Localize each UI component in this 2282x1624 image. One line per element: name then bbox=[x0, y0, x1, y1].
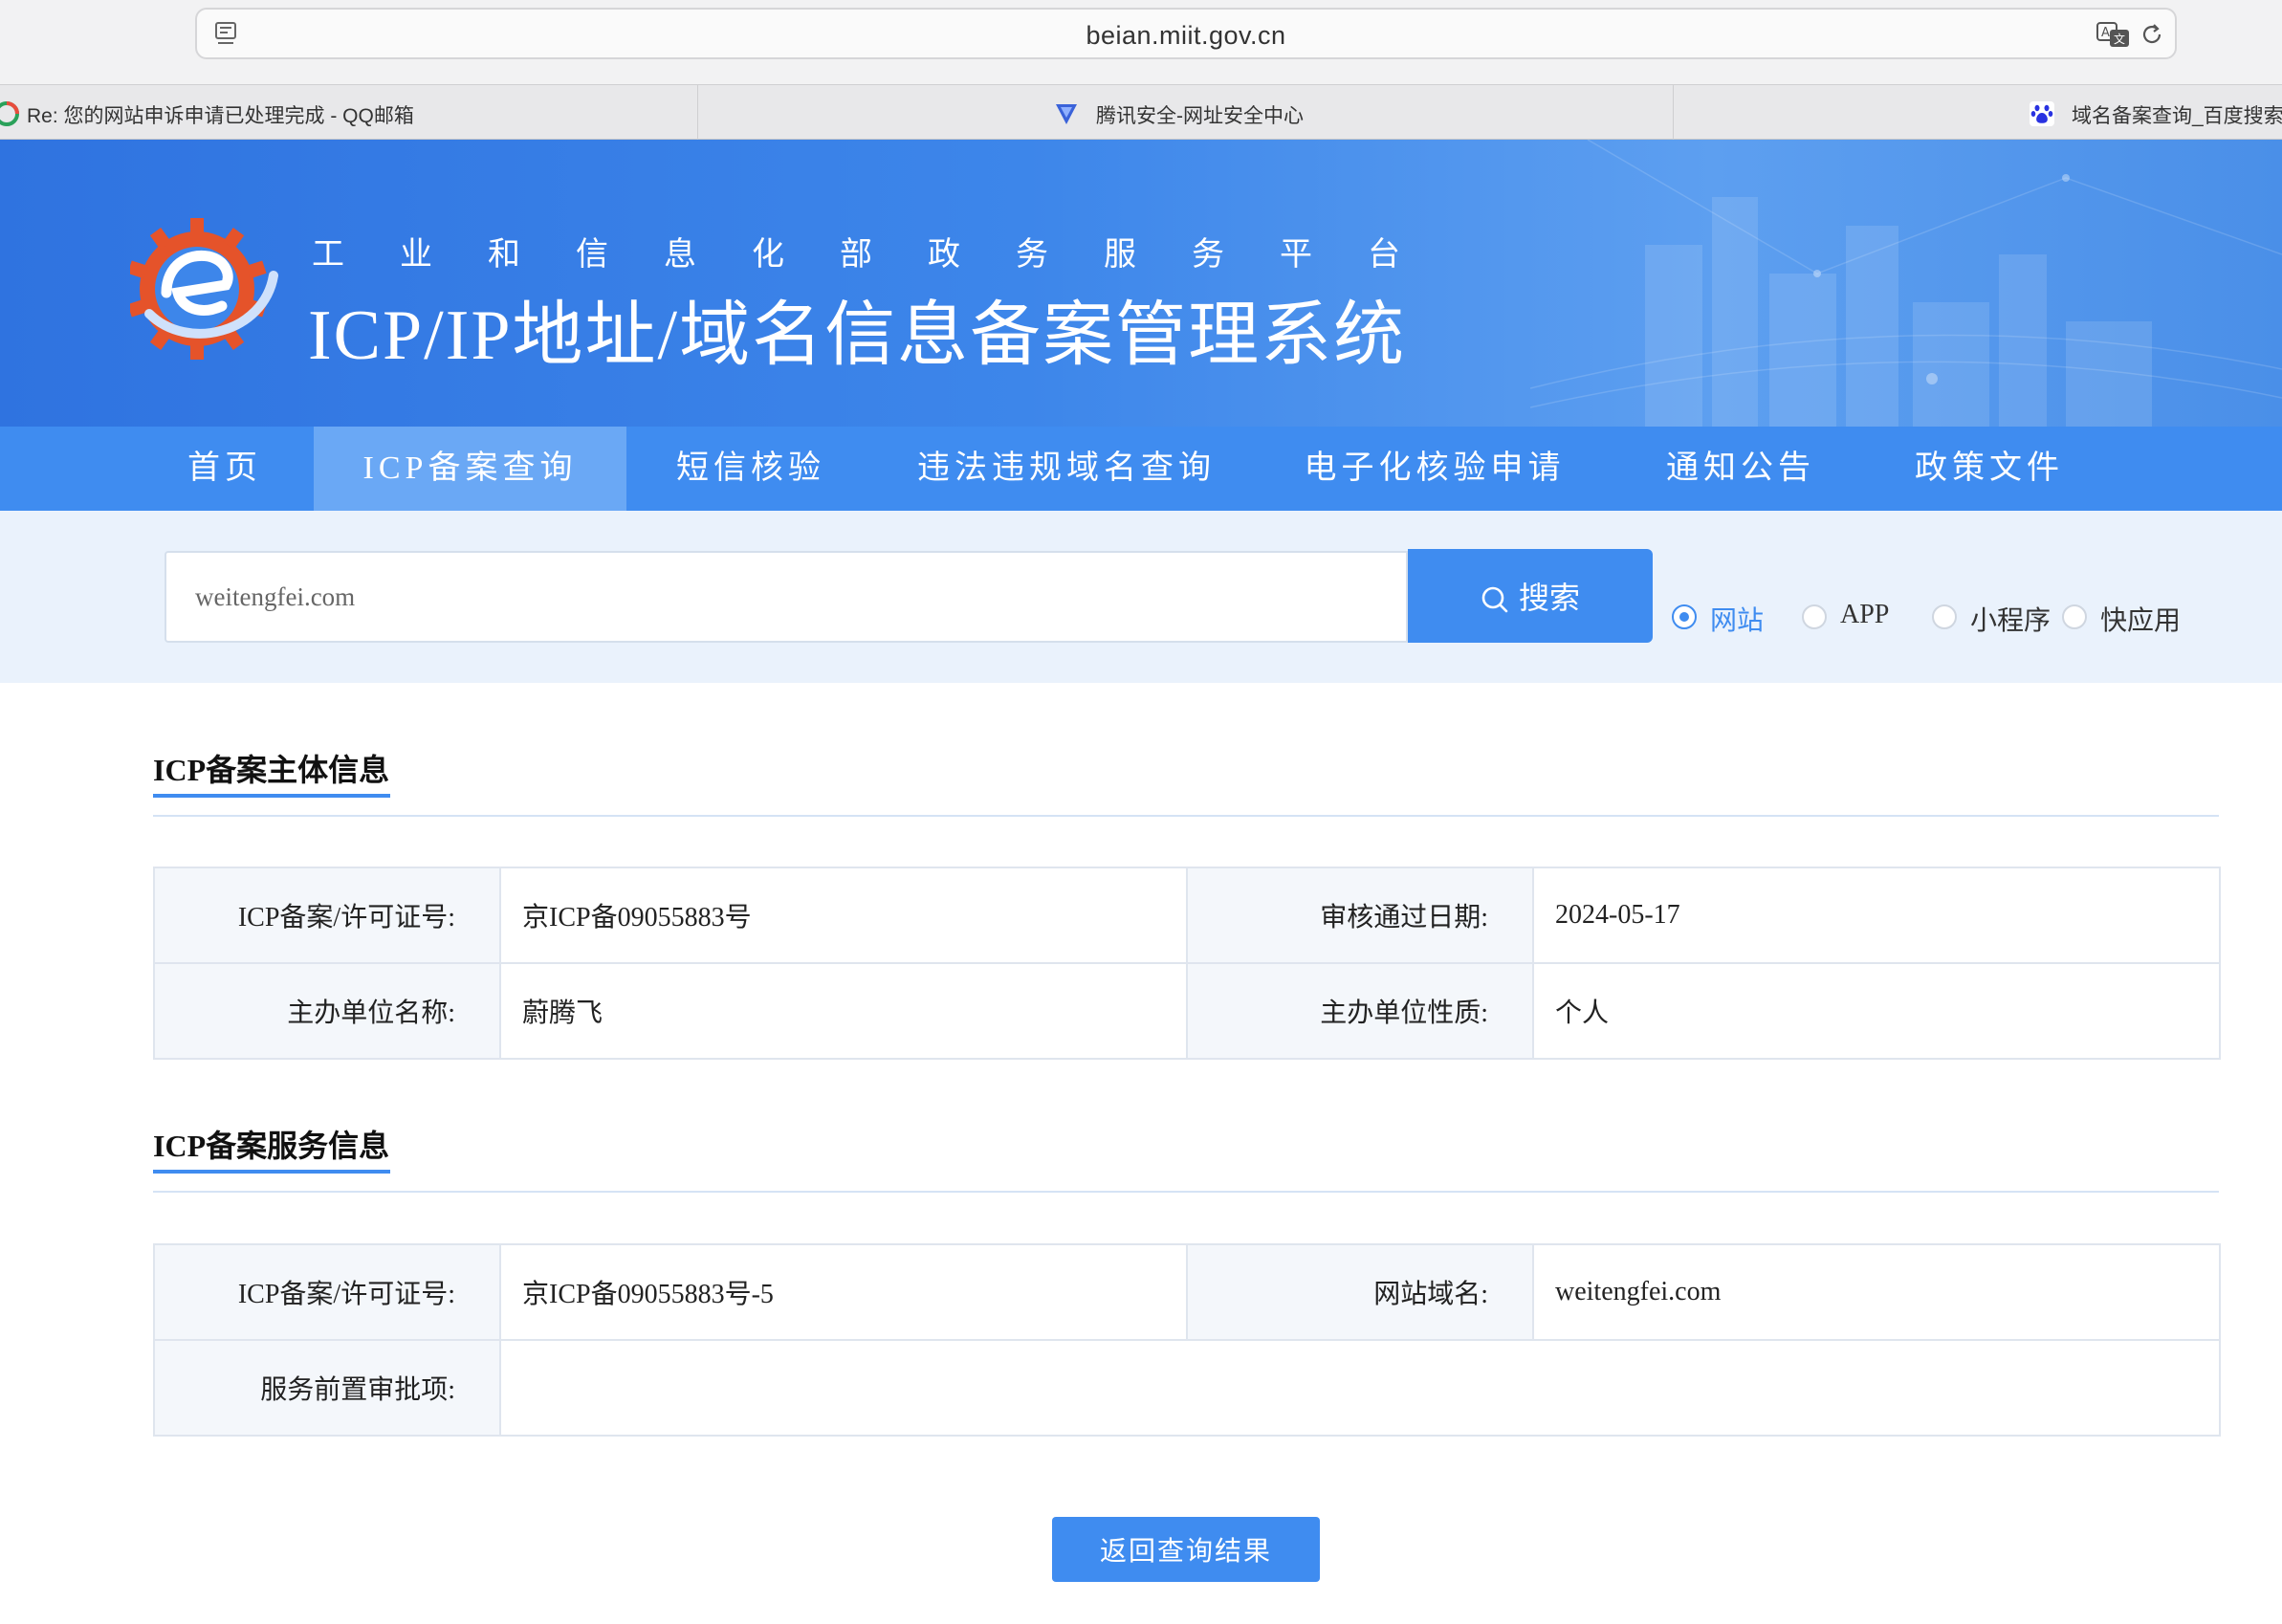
radio-circle[interactable] bbox=[1802, 604, 1827, 629]
radio-circle[interactable] bbox=[1932, 604, 1957, 629]
service-license-value: 京ICP备09055883号-5 bbox=[499, 1243, 1188, 1341]
domain-label: 网站域名: bbox=[1186, 1243, 1534, 1341]
search-button-label: 搜索 bbox=[1518, 581, 1580, 615]
license-number-value: 京ICP备09055883号 bbox=[499, 867, 1188, 964]
pre-approval-label: 服务前置审批项: bbox=[153, 1339, 501, 1437]
license-number-label: ICP备案/许可证号: bbox=[153, 867, 501, 964]
radio-label: APP bbox=[1840, 600, 1890, 629]
table-row: ICP备案/许可证号: 京ICP备09055883号 审核通过日期: 2024-… bbox=[153, 867, 2221, 964]
nav-illegal-domain-query[interactable]: 违法违规域名查询 bbox=[909, 427, 1224, 511]
nav-icp-query[interactable]: ICP备案查询 bbox=[314, 427, 626, 511]
search-icon bbox=[1481, 586, 1508, 613]
radio-label: 网站 bbox=[1710, 606, 1765, 636]
nav-policy-docs[interactable]: 政策文件 bbox=[1894, 427, 2085, 511]
back-to-results-button[interactable]: 返回查询结果 bbox=[1052, 1517, 1320, 1582]
section-title-underline bbox=[153, 794, 390, 798]
main-nav: 首页 ICP备案查询 短信核验 违法违规域名查询 电子化核验申请 通知公告 政策… bbox=[0, 427, 2282, 511]
organizer-name-value: 蔚腾飞 bbox=[499, 962, 1188, 1060]
organizer-type-value: 个人 bbox=[1532, 962, 2221, 1060]
nav-sms-verify[interactable]: 短信核验 bbox=[650, 427, 851, 511]
table-row: ICP备案/许可证号: 京ICP备09055883号-5 网站域名: weite… bbox=[153, 1243, 2221, 1341]
qq-mail-favicon bbox=[0, 101, 19, 126]
section-divider bbox=[153, 1191, 2219, 1193]
tab-label: 腾讯安全-网址安全中心 bbox=[1096, 105, 1304, 127]
table-row: 主办单位名称: 蔚腾飞 主办单位性质: 个人 bbox=[153, 962, 2221, 1060]
radio-label: 小程序 bbox=[1970, 606, 2052, 636]
tab-baidu-search[interactable]: 域名备案查询_百度搜索 bbox=[1674, 85, 2282, 141]
radio-label: 快应用 bbox=[2100, 606, 2182, 636]
table-row: 服务前置审批项: bbox=[153, 1339, 2221, 1437]
svg-text:A: A bbox=[2101, 26, 2110, 40]
subject-info-table: ICP备案/许可证号: 京ICP备09055883号 审核通过日期: 2024-… bbox=[153, 867, 2221, 1060]
subject-section-title: ICP备案主体信息 bbox=[153, 753, 390, 787]
approval-date-value: 2024-05-17 bbox=[1532, 867, 2221, 964]
tab-strip: Re: 您的网站申诉申请已处理完成 - QQ邮箱 腾讯安全-网址安全中心 域名备… bbox=[0, 84, 2282, 141]
tab-label: 域名备案查询_百度搜索 bbox=[2072, 105, 2282, 127]
section-title-underline bbox=[153, 1170, 390, 1174]
reload-icon[interactable] bbox=[2139, 21, 2165, 48]
radio-circle[interactable] bbox=[2062, 604, 2087, 629]
system-name: ICP/IP地址/域名信息备案管理系统 bbox=[308, 296, 1407, 375]
search-button[interactable]: 搜索 bbox=[1408, 549, 1653, 643]
baidu-paw-favicon bbox=[2030, 101, 2054, 126]
approval-date-label: 审核通过日期: bbox=[1186, 867, 1534, 964]
search-input[interactable] bbox=[165, 551, 1408, 643]
nav-notices[interactable]: 通知公告 bbox=[1645, 427, 1836, 511]
nav-home[interactable]: 首页 bbox=[134, 427, 316, 511]
pre-approval-value bbox=[499, 1339, 2221, 1437]
service-info-table: ICP备案/许可证号: 京ICP备09055883号-5 网站域名: weite… bbox=[153, 1243, 2221, 1437]
address-bar[interactable]: beian.miit.gov.cn A 文 bbox=[195, 8, 2177, 59]
tab-label: Re: 您的网站申诉申请已处理完成 - QQ邮箱 bbox=[27, 105, 414, 127]
section-divider bbox=[153, 815, 2219, 817]
organizer-name-label: 主办单位名称: bbox=[153, 962, 501, 1060]
nav-electronic-verify[interactable]: 电子化核验申请 bbox=[1301, 427, 1569, 511]
city-skyline-decoration bbox=[1530, 140, 2282, 427]
service-license-label: ICP备案/许可证号: bbox=[153, 1243, 501, 1341]
svg-text:文: 文 bbox=[2114, 32, 2125, 46]
tencent-security-favicon bbox=[1056, 104, 1077, 124]
radio-circle[interactable] bbox=[1672, 604, 1697, 629]
miit-gear-logo bbox=[130, 218, 278, 360]
translate-icon[interactable]: A 文 bbox=[2096, 21, 2131, 48]
site-banner: 工业和信息化部政务服务平台 ICP/IP地址/域名信息备案管理系统 bbox=[0, 140, 2282, 427]
domain-value: weitengfei.com bbox=[1532, 1243, 2221, 1341]
tab-qq-mail[interactable]: Re: 您的网站申诉申请已处理完成 - QQ邮箱 bbox=[0, 85, 698, 141]
address-url[interactable]: beian.miit.gov.cn bbox=[197, 21, 2175, 51]
ministry-name: 工业和信息化部政务服务平台 bbox=[312, 237, 1456, 273]
browser-toolbar: beian.miit.gov.cn A 文 bbox=[0, 0, 2282, 84]
tab-tencent-security[interactable]: 腾讯安全-网址安全中心 bbox=[698, 85, 1674, 141]
organizer-type-label: 主办单位性质: bbox=[1186, 962, 1534, 1060]
service-section-title: ICP备案服务信息 bbox=[153, 1129, 390, 1163]
search-area: 搜索 网站 APP 小程序 快应用 bbox=[0, 511, 2282, 683]
